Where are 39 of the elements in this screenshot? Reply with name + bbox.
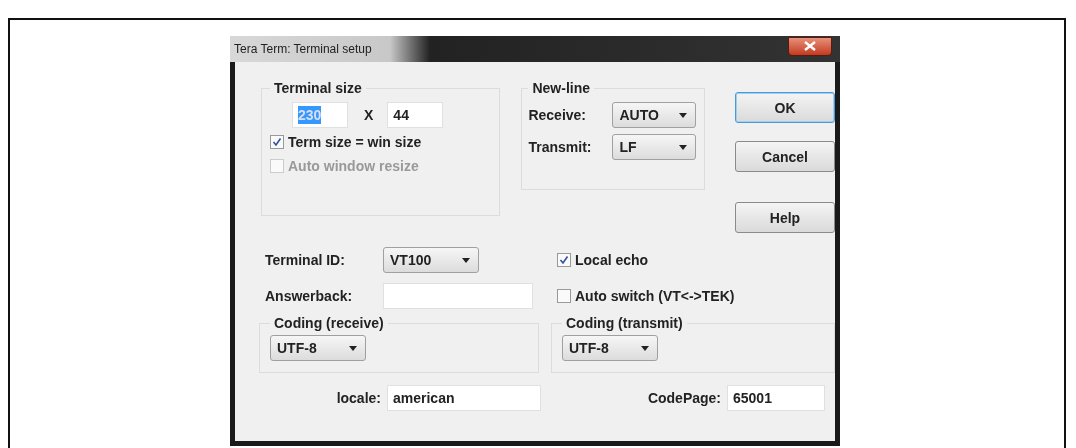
checkbox-label: Local echo — [575, 252, 649, 268]
dropdown[interactable]: AUTO — [612, 102, 697, 128]
checkbox[interactable] — [270, 135, 284, 149]
close-button[interactable] — [788, 36, 832, 56]
dropdown[interactable]: UTF-8 — [562, 335, 658, 361]
caret-icon — [641, 345, 649, 351]
checkbox[interactable] — [557, 289, 571, 303]
dialog-button[interactable]: OK — [735, 92, 835, 123]
checkbox-label: Term size = win size — [288, 134, 422, 150]
field-label: Answerback: — [265, 288, 354, 304]
caret-icon — [349, 345, 357, 351]
group-title: Coding (transmit) — [565, 315, 684, 331]
input-field[interactable]: 44 — [387, 102, 444, 128]
close-icon — [804, 41, 816, 51]
input-field[interactable] — [383, 283, 533, 309]
input-field[interactable]: american — [387, 385, 541, 411]
caret-icon — [462, 257, 470, 263]
checkbox[interactable] — [557, 253, 571, 267]
dropdown[interactable]: LF — [612, 134, 697, 160]
field-label: Terminal ID: — [265, 252, 346, 268]
checkbox-label: Auto window resize — [288, 158, 419, 174]
input-field[interactable]: 65001 — [727, 385, 825, 411]
dropdown[interactable]: UTF-8 — [270, 335, 366, 361]
caret-icon — [679, 144, 688, 150]
dropdown[interactable]: VT100 — [383, 247, 479, 273]
window-title: Tera Term: Terminal setup — [234, 42, 372, 56]
group-title: Coding (receive) — [273, 315, 385, 331]
field-label: Receive: — [528, 107, 588, 123]
group-title: New-line — [531, 80, 591, 96]
field-label: Transmit: — [528, 139, 593, 155]
times-sign: X — [364, 107, 374, 123]
checkbox-label: Auto switch (VT<->TEK) — [575, 288, 735, 304]
group-title: Terminal size — [273, 80, 363, 96]
caret-icon — [679, 112, 688, 118]
dialog-button[interactable]: Help — [735, 202, 835, 233]
field-value: 230 — [298, 106, 322, 124]
dialog-button[interactable]: Cancel — [735, 141, 835, 172]
field-label: CodePage: — [646, 390, 721, 406]
field-label: locale: — [335, 390, 381, 406]
